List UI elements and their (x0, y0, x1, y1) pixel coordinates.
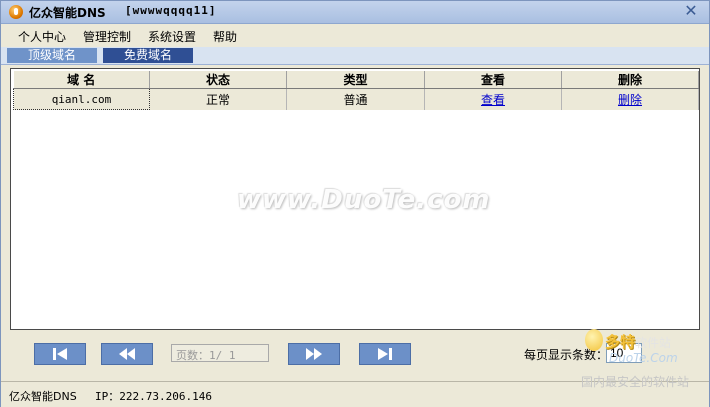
cell-delete: 删除 (561, 88, 699, 110)
logo-subtitle: 软件站 (635, 336, 672, 350)
cell-status: 正常 (149, 88, 287, 110)
first-page-icon (53, 348, 67, 360)
user-tag: [wwwwqqqq11] (125, 4, 217, 17)
page-indicator: 页数：1/ 1 (171, 344, 269, 362)
app-logo-icon (9, 5, 23, 19)
center-watermark: www.DuoTe.com (237, 185, 491, 215)
column-header-status[interactable]: 状态 (149, 71, 287, 89)
column-header-domain[interactable]: 域 名 (13, 71, 150, 89)
status-ip: IP：222.73.206.146 (95, 390, 212, 403)
menu-system-settings[interactable]: 系统设置 (148, 28, 196, 45)
domain-table: 域 名 状态 类型 查看 删除 qianl.com 正常 普通 查看 删除 (13, 71, 699, 110)
site-logo-watermark: 多特软件站 DuoTe.Com 国内最安全的软件站 (579, 327, 705, 391)
table-header-row: 域 名 状态 类型 查看 删除 (13, 71, 699, 89)
last-page-button[interactable] (359, 343, 411, 365)
menu-management[interactable]: 管理控制 (83, 28, 131, 45)
cell-type: 普通 (286, 88, 425, 110)
tab-bar: 顶级域名 免费域名 (1, 47, 709, 65)
menu-bar: 个人中心 管理控制 系统设置 帮助 (1, 24, 709, 46)
next-page-icon (306, 348, 322, 360)
prev-page-icon (119, 348, 135, 360)
menu-personal-center[interactable]: 个人中心 (18, 28, 66, 45)
window-title: 亿众智能DNS (29, 6, 106, 20)
column-header-delete[interactable]: 删除 (561, 71, 699, 89)
logo-title: 多特 (605, 333, 636, 351)
first-page-button[interactable] (34, 343, 86, 365)
delete-link[interactable]: 删除 (618, 93, 642, 107)
tab-free-domains[interactable]: 免费域名 (103, 48, 193, 63)
close-icon[interactable]: ✕ (683, 3, 699, 19)
tab-top-level-domains[interactable]: 顶级域名 (7, 48, 97, 63)
column-header-view[interactable]: 查看 (424, 71, 562, 89)
last-page-icon (378, 348, 392, 360)
next-page-button[interactable] (288, 343, 340, 365)
view-link[interactable]: 查看 (481, 93, 505, 107)
logo-url: DuoTe.Com (609, 351, 678, 365)
logo-mascot-icon (585, 329, 603, 351)
prev-page-button[interactable] (101, 343, 153, 365)
status-app-name: 亿众智能DNS (9, 390, 77, 403)
table-row[interactable]: qianl.com 正常 普通 查看 删除 (13, 88, 699, 110)
title-bar[interactable]: 亿众智能DNS [wwwwqqqq11] ✕ (1, 1, 709, 24)
logo-slogan: 国内最安全的软件站 (581, 375, 690, 389)
menu-help[interactable]: 帮助 (213, 28, 237, 45)
column-header-type[interactable]: 类型 (286, 71, 425, 89)
app-window: 亿众智能DNS [wwwwqqqq11] ✕ 个人中心 管理控制 系统设置 帮助… (0, 0, 710, 407)
cell-view: 查看 (424, 88, 562, 110)
cell-domain[interactable]: qianl.com (13, 88, 150, 110)
